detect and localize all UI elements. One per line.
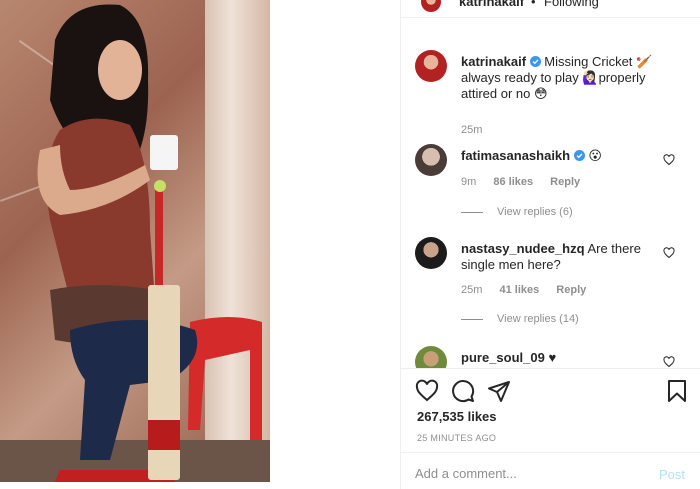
divider-line (461, 318, 483, 320)
avatar[interactable] (421, 0, 441, 12)
comment-likes[interactable]: 86 likes (493, 176, 533, 188)
comment-time[interactable]: 9m (461, 176, 476, 188)
comment-meta: 9m 86 likes Reply (461, 176, 594, 188)
tennis-ball (154, 180, 166, 192)
comment-likes[interactable]: 41 likes (499, 284, 539, 296)
cup (150, 135, 178, 170)
comment-text: nastasy_nudee_hzq Are there single men h… (461, 241, 661, 273)
divider-line (461, 211, 483, 213)
verified-badge-icon (529, 56, 541, 67)
heart-icon[interactable] (663, 356, 675, 368)
post-header: katrinakaif • Following (401, 0, 700, 18)
avatar[interactable] (415, 144, 447, 176)
post-photo[interactable] (0, 0, 270, 482)
comment-username[interactable]: pure_soul_09 (461, 350, 545, 365)
add-comment-bar: Post (401, 452, 700, 489)
post-button[interactable]: Post (659, 467, 685, 482)
bat-handle (155, 190, 163, 290)
caption-text: katrinakaif Missing Cricket 🏏 always rea… (461, 54, 661, 102)
view-replies-label: View replies (6) (497, 206, 573, 218)
verified-badge-icon (573, 150, 585, 161)
comment-meta: 25m 41 likes Reply (461, 284, 600, 296)
comment-username[interactable]: nastasy_nudee_hzq (461, 241, 585, 256)
bat-sticker (148, 420, 180, 450)
comment-body: 😮 (588, 148, 602, 163)
caption-meta: 25m (461, 124, 496, 136)
comments-list[interactable]: katrinakaif Missing Cricket 🏏 always rea… (401, 40, 700, 368)
reply-button[interactable]: Reply (556, 284, 586, 296)
comment-input[interactable] (415, 466, 635, 481)
bookmark-icon[interactable] (665, 379, 689, 403)
view-replies-button[interactable]: View replies (6) (461, 206, 573, 218)
reply-button[interactable]: Reply (550, 176, 580, 188)
avatar[interactable] (415, 237, 447, 269)
heart-icon[interactable] (663, 247, 675, 259)
header-username[interactable]: katrinakaif (459, 0, 524, 9)
comment-text: fatimasanashaikh 😮 (461, 148, 661, 164)
comment-text: pure_soul_09 ♥ (461, 350, 661, 366)
avatar[interactable] (415, 50, 447, 82)
following-button[interactable]: Following (544, 0, 599, 9)
photo-illustration (37, 4, 262, 482)
caption-time[interactable]: 25m (461, 124, 482, 136)
view-replies-label: View replies (14) (497, 313, 579, 325)
post-actions: 267,535 likes 25 MINUTES AGO (401, 368, 700, 448)
comment-time[interactable]: 25m (461, 284, 482, 296)
caption-username[interactable]: katrinakaif (461, 54, 526, 69)
heart-icon[interactable] (663, 154, 675, 166)
comment-body: ♥ (548, 350, 557, 365)
post-side-panel: katrinakaif • Following katrinakaif Miss… (400, 0, 700, 489)
heart-icon[interactable] (415, 379, 439, 403)
avatar[interactable] (415, 346, 447, 368)
comment-icon[interactable] (451, 379, 475, 403)
red-chair (188, 317, 262, 440)
comment-username[interactable]: fatimasanashaikh (461, 148, 570, 163)
post-timestamp[interactable]: 25 MINUTES AGO (417, 433, 496, 443)
view-replies-button[interactable]: View replies (14) (461, 313, 579, 325)
face (98, 40, 142, 100)
cricket-bat (148, 285, 180, 480)
send-icon[interactable] (487, 379, 511, 403)
separator-dot: • (531, 0, 536, 9)
likes-count[interactable]: 267,535 likes (417, 409, 497, 424)
